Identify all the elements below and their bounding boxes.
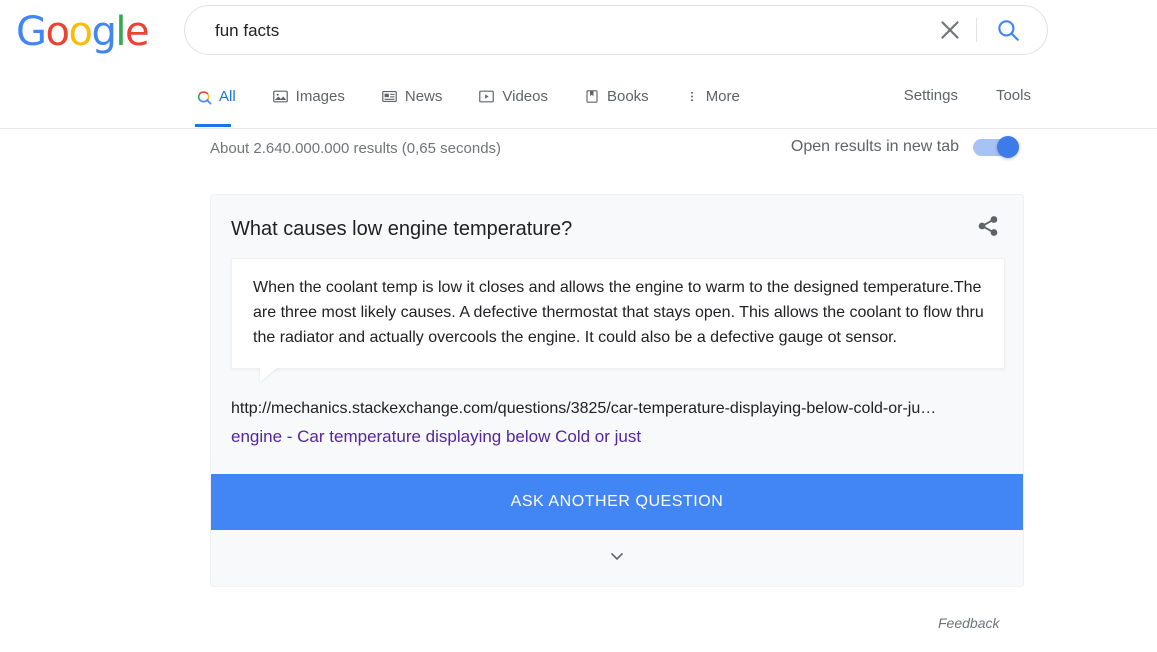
tab-books[interactable]: Books [584, 64, 649, 127]
nav-tabs: All Images News Videos Books More [195, 64, 776, 127]
ask-another-question-label: ASK ANOTHER QUESTION [510, 493, 724, 510]
result-stats: About 2.640.000.000 results (0,65 second… [210, 140, 502, 157]
tab-label: Images [295, 88, 345, 105]
tab-label: News [404, 88, 443, 105]
tab-label: Videos [502, 88, 548, 105]
google-logo[interactable]: Google [16, 9, 150, 55]
video-icon [478, 88, 495, 105]
search-nav-bar: All Images News Videos Books More Settin… [0, 64, 1157, 129]
source-title-link[interactable]: engine - Car temperature displaying belo… [231, 424, 641, 450]
nav-right-links: Settings Tools [904, 64, 1157, 127]
answer-quote-box: When the coolant temp is low it closes a… [231, 258, 1005, 382]
search-divider [976, 18, 977, 42]
answer-text: When the coolant temp is low it closes a… [253, 279, 984, 346]
open-results-new-tab-control[interactable]: Open results in new tab [791, 136, 1019, 158]
logo-letter: G [16, 9, 47, 55]
close-icon[interactable] [937, 17, 963, 43]
toggle-knob [997, 136, 1019, 158]
ask-another-question-button[interactable]: ASK ANOTHER QUESTION [211, 474, 1023, 530]
logo-letter: l [115, 9, 126, 55]
logo-letter: o [68, 9, 92, 55]
tab-more[interactable]: More [685, 64, 740, 127]
tab-label: Books [606, 88, 649, 105]
tab-all[interactable]: All [195, 64, 236, 127]
results-subbar: About 2.640.000.000 results (0,65 second… [0, 129, 1157, 175]
chevron-down-icon [607, 546, 627, 571]
more-vertical-icon [685, 88, 699, 105]
search-icon[interactable] [995, 17, 1021, 43]
answer-card-header: What causes low engine temperature? [211, 195, 1023, 249]
news-icon [381, 88, 398, 105]
tools-link[interactable]: Tools [996, 87, 1031, 104]
share-icon[interactable] [975, 213, 1001, 239]
tab-videos[interactable]: Videos [478, 64, 548, 127]
tab-label: More [705, 88, 740, 105]
open-results-new-tab-toggle[interactable] [973, 136, 1019, 158]
open-results-new-tab-label: Open results in new tab [790, 138, 959, 155]
feedback-link[interactable]: Feedback [938, 615, 999, 631]
search-box[interactable] [184, 5, 1048, 56]
quote-tail [260, 367, 278, 382]
settings-link[interactable]: Settings [904, 87, 958, 104]
logo-letter: o [45, 9, 70, 55]
search-icon [196, 89, 212, 105]
book-icon [584, 88, 600, 105]
logo-letter: e [124, 9, 150, 55]
answer-card: What causes low engine temperature? When… [210, 194, 1024, 587]
answer-question: What causes low engine temperature? [231, 218, 573, 240]
answer-source: http://mechanics.stackexchange.com/quest… [211, 369, 1023, 450]
expand-card-button[interactable] [211, 530, 1023, 586]
page-header: Google [0, 0, 1157, 64]
tab-images[interactable]: Images [272, 64, 345, 127]
tab-news[interactable]: News [381, 64, 443, 127]
tab-label: All [219, 88, 236, 105]
source-url: http://mechanics.stackexchange.com/quest… [231, 400, 937, 417]
logo-letter: g [91, 9, 116, 55]
search-input[interactable] [213, 6, 907, 56]
image-icon [272, 88, 289, 105]
